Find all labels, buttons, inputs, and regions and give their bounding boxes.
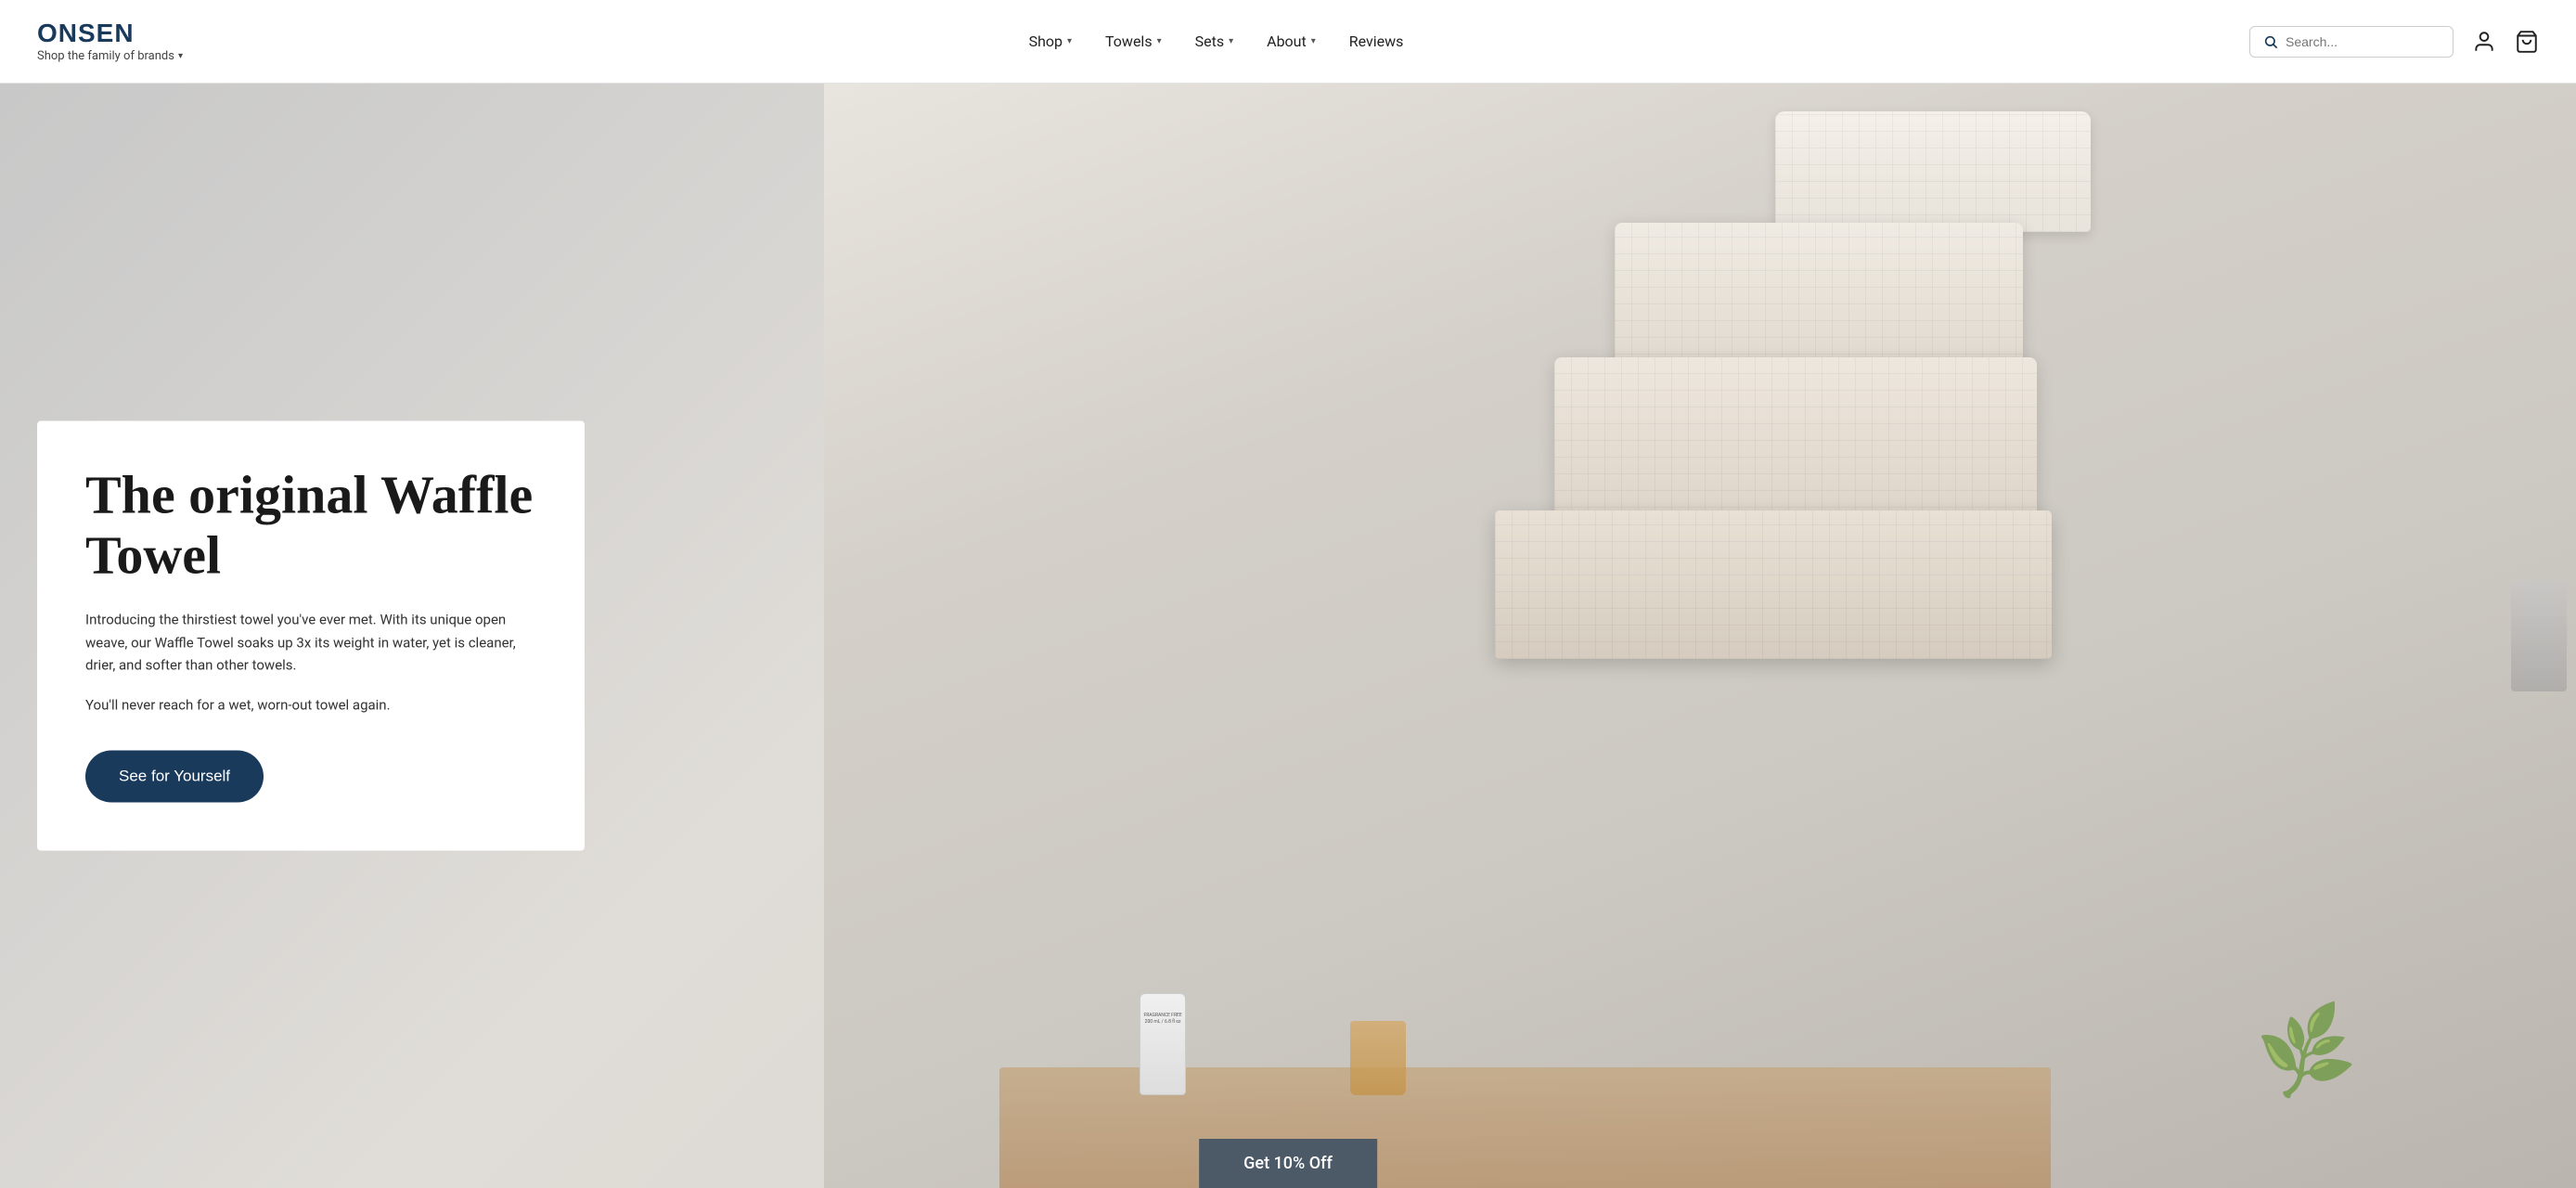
nav-about-label: About: [1267, 32, 1307, 50]
bottle-label: FRAGRANCE FREE200 mL / 6.8 fl oz: [1142, 1013, 1183, 1026]
user-icon: [2472, 30, 2496, 54]
hero-description-1: Introducing the thirstiest towel you've …: [85, 608, 536, 677]
account-button[interactable]: [2472, 30, 2496, 54]
brand-chevron-icon: ▾: [178, 51, 183, 61]
towel-second: [1615, 223, 2023, 371]
cart-button[interactable]: [2515, 30, 2539, 54]
nav-item-towels[interactable]: Towels ▾: [1105, 32, 1162, 50]
brand-sub-text: Shop the family of brands: [37, 49, 174, 63]
nav-towels-label: Towels: [1105, 32, 1153, 50]
brand-area: ONSEN Shop the family of brands ▾: [37, 20, 183, 63]
faucet-decoration: [2511, 580, 2567, 691]
main-nav: Shop ▾ Towels ▾ Sets ▾ About ▾ Reviews: [1029, 32, 1404, 50]
see-for-yourself-button[interactable]: See for Yourself: [85, 750, 264, 802]
search-input[interactable]: [2286, 34, 2440, 49]
hero-description-2: You'll never reach for a wet, worn-out t…: [85, 694, 536, 717]
towel-bottom: [1495, 510, 2052, 659]
nav-shop-label: Shop: [1029, 32, 1063, 50]
brush-decoration: [1350, 1021, 1406, 1095]
nav-item-about[interactable]: About ▾: [1267, 32, 1316, 50]
waffle-texture-4: [1495, 510, 2052, 659]
waffle-texture-1: [1775, 111, 2091, 232]
product-bottle: FRAGRANCE FREE200 mL / 6.8 fl oz: [1140, 993, 1186, 1095]
nav-item-sets[interactable]: Sets ▾: [1195, 32, 1234, 50]
towel-stack: [1363, 111, 2502, 1083]
discount-label: Get 10% Off: [1243, 1154, 1333, 1173]
nav-item-reviews[interactable]: Reviews: [1349, 32, 1404, 50]
brand-sub-link[interactable]: Shop the family of brands ▾: [37, 49, 183, 63]
cart-icon: [2515, 30, 2539, 54]
discount-banner[interactable]: Get 10% Off: [1199, 1139, 1377, 1188]
waffle-texture-2: [1615, 223, 2023, 371]
nav-towels-chevron: ▾: [1157, 36, 1162, 46]
waffle-texture-3: [1554, 357, 2037, 524]
hero-card: The original Waffle Towel Introducing th…: [37, 421, 585, 851]
hero-title: The original Waffle Towel: [85, 466, 536, 587]
site-header: ONSEN Shop the family of brands ▾ Shop ▾…: [0, 0, 2576, 84]
nav-sets-label: Sets: [1195, 32, 1224, 50]
nav-shop-chevron: ▾: [1067, 36, 1072, 46]
towel-top: [1775, 111, 2091, 232]
search-icon: [2263, 34, 2278, 49]
search-box[interactable]: [2249, 26, 2454, 58]
towel-third: [1554, 357, 2037, 524]
brand-logo[interactable]: ONSEN: [37, 20, 183, 46]
nav-about-chevron: ▾: [1311, 36, 1316, 46]
nav-sets-chevron: ▾: [1229, 36, 1233, 46]
hero-image: 🌿 FRAGRANCE FREE200 mL / 6.8 fl oz: [824, 84, 2576, 1188]
hero-section: 🌿 FRAGRANCE FREE200 mL / 6.8 fl oz The o…: [0, 84, 2576, 1188]
nav-reviews-label: Reviews: [1349, 32, 1404, 50]
nav-item-shop[interactable]: Shop ▾: [1029, 32, 1072, 50]
header-actions: [2249, 26, 2539, 58]
